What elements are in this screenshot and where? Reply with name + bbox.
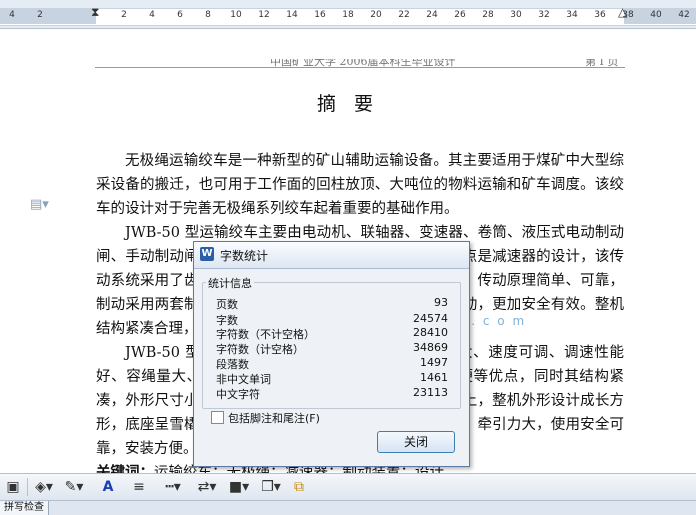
stat-row-chinese-chars: 中文字符 23113 xyxy=(216,386,448,402)
stat-row-non-chinese-words: 非中文单词 1461 xyxy=(216,371,448,387)
ruler-tick: 14 xyxy=(286,10,298,20)
status-bar: 拼写检查 xyxy=(0,500,696,515)
ruler-tick: 2 xyxy=(121,10,127,20)
stat-label: 字符数（不计空格） xyxy=(216,328,315,341)
close-button[interactable]: 关闭 xyxy=(377,431,455,453)
header-page-number: 第 I 页 xyxy=(585,59,619,68)
stat-label: 中文字符 xyxy=(216,388,260,401)
stat-value: 93 xyxy=(434,296,448,309)
line-color-icon[interactable]: ✎▾ xyxy=(63,477,85,497)
ruler-tick: 16 xyxy=(314,10,326,20)
font-color-icon[interactable]: A xyxy=(97,477,119,497)
stat-label: 字符数（计空格） xyxy=(216,343,304,356)
arrow-style-icon[interactable]: ⇄▾ xyxy=(196,477,218,497)
page-title: 摘 要 xyxy=(316,93,380,115)
stat-value: 34869 xyxy=(413,341,448,354)
include-footnotes-label[interactable]: 包括脚注和尾注(F) xyxy=(228,410,320,426)
stat-row-pages: 页数 93 xyxy=(216,296,448,312)
ruler-tick: 6 xyxy=(177,10,183,20)
fill-color-icon[interactable]: ◈▾ xyxy=(33,477,55,497)
ruler-tick: 10 xyxy=(230,10,242,20)
select-objects-icon[interactable]: ⧉ xyxy=(290,477,308,497)
ruler-tick: 26 xyxy=(454,10,466,20)
include-footnotes-checkbox[interactable] xyxy=(211,411,224,424)
ruler-tick: 24 xyxy=(426,10,438,20)
spell-check-tab[interactable]: 拼写检查 xyxy=(0,501,49,515)
text-box-icon[interactable]: ▣ xyxy=(4,477,22,497)
stat-label: 非中文单词 xyxy=(216,373,271,386)
dash-style-icon[interactable]: ┅▾ xyxy=(162,477,184,497)
word-app-icon: W xyxy=(200,247,214,261)
line-style-icon[interactable]: ≡ xyxy=(130,477,148,497)
ruler-tick: 20 xyxy=(370,10,382,20)
right-indent-marker[interactable]: △ xyxy=(618,6,627,18)
drawing-toolbar: ▣ ◈▾ ✎▾ A ≡ ┅▾ ⇄▾ ■▾ ❒▾ ⧉ xyxy=(0,473,696,500)
stat-row-paragraphs: 段落数 1497 xyxy=(216,356,448,372)
ruler-tick: 42 xyxy=(678,10,690,20)
smart-tag-icon[interactable]: ▤▾ xyxy=(30,197,49,212)
paragraph: 无极绳运输绞车是一种新型的矿山辅助运输设备。其主要适用于煤矿中大型综采设备的搬迁… xyxy=(96,153,624,217)
3d-style-icon[interactable]: ❒▾ xyxy=(260,477,282,497)
ruler-tick: 36 xyxy=(594,10,606,20)
header-text: 中国矿业大学 2006届本科生毕业设计 xyxy=(270,59,456,68)
ruler-tick: 2 xyxy=(37,10,43,20)
stat-value: 23113 xyxy=(413,386,448,399)
ruler-tick: 22 xyxy=(398,10,410,20)
ruler-tick: 30 xyxy=(510,10,522,20)
horizontal-ruler[interactable]: 4 2 2 4 6 8 10 12 14 16 18 20 22 24 26 2… xyxy=(0,0,696,29)
stat-label: 页数 xyxy=(216,298,238,311)
stat-row-chars-no-spaces: 字符数（不计空格） 28410 xyxy=(216,326,448,342)
stat-row-chars-with-spaces: 字符数（计空格） 34869 xyxy=(216,341,448,357)
dialog-titlebar[interactable]: W 字数统计 xyxy=(194,242,469,269)
ruler-tick: 4 xyxy=(9,10,15,20)
ruler-tick: 34 xyxy=(566,10,578,20)
stat-value: 24574 xyxy=(413,312,448,325)
ruler-tick: 28 xyxy=(482,10,494,20)
page-header: 中国矿业大学 2006届本科生毕业设计 第 I 页 xyxy=(95,59,625,68)
ruler-tick: 4 xyxy=(149,10,155,20)
word-count-dialog: W 字数统计 统计信息 页数 93 字数 24574 字符数（不计空格） 284… xyxy=(193,241,470,467)
ruler-tick: 8 xyxy=(205,10,211,20)
dialog-title: 字数统计 xyxy=(220,249,269,263)
stat-label: 段落数 xyxy=(216,358,249,371)
ruler-tick: 40 xyxy=(650,10,662,20)
stat-value: 28410 xyxy=(413,326,448,339)
shadow-icon[interactable]: ■▾ xyxy=(228,477,250,497)
stat-value: 1497 xyxy=(420,356,448,369)
first-line-indent-marker[interactable]: ⧗ xyxy=(91,6,99,18)
ruler-tick: 32 xyxy=(538,10,550,20)
stat-value: 1461 xyxy=(420,371,448,384)
statistics-group-label: 统计信息 xyxy=(206,275,254,291)
toolbar-separator xyxy=(27,478,28,496)
ruler-tick: 12 xyxy=(258,10,270,20)
ruler-tick: 18 xyxy=(342,10,354,20)
